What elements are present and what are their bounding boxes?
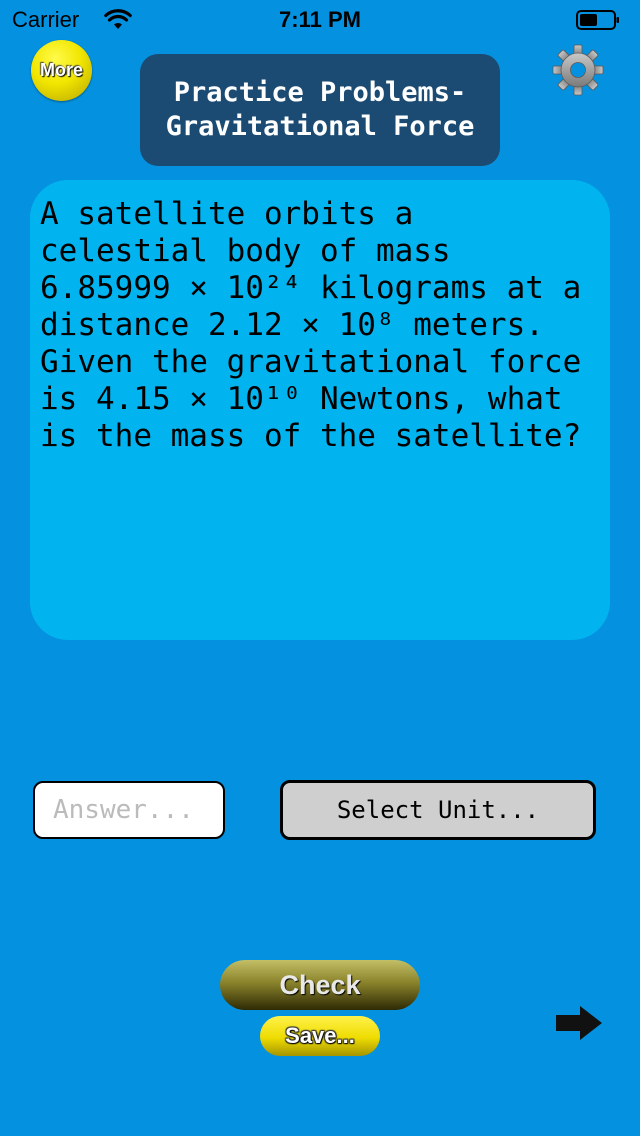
check-button-label: Check — [279, 969, 361, 1000]
save-button-label: Save... — [285, 1023, 355, 1048]
gear-icon[interactable] — [552, 44, 604, 96]
check-button[interactable]: Check — [220, 960, 420, 1010]
right-arrow-icon[interactable] — [554, 1004, 604, 1042]
more-button[interactable]: More — [31, 40, 92, 101]
clock-time: 7:11 PM — [279, 7, 361, 32]
more-button-label: More — [39, 60, 83, 80]
select-unit-label: Select Unit... — [336, 796, 540, 824]
page-title-line-2: Gravitational Force — [165, 111, 475, 142]
page-title-line-1: Practice Problems- — [173, 77, 467, 108]
status-bar: Carrier 7:11 PM — [0, 0, 640, 40]
question-text: A satellite orbits a celestial body of m… — [40, 196, 582, 454]
select-unit-button[interactable]: Select Unit... — [280, 780, 596, 840]
save-button[interactable]: Save... — [260, 1016, 380, 1056]
answer-input[interactable] — [33, 781, 225, 839]
page-title: Practice Problems- Gravitational Force — [140, 54, 500, 166]
battery-icon — [576, 10, 619, 30]
